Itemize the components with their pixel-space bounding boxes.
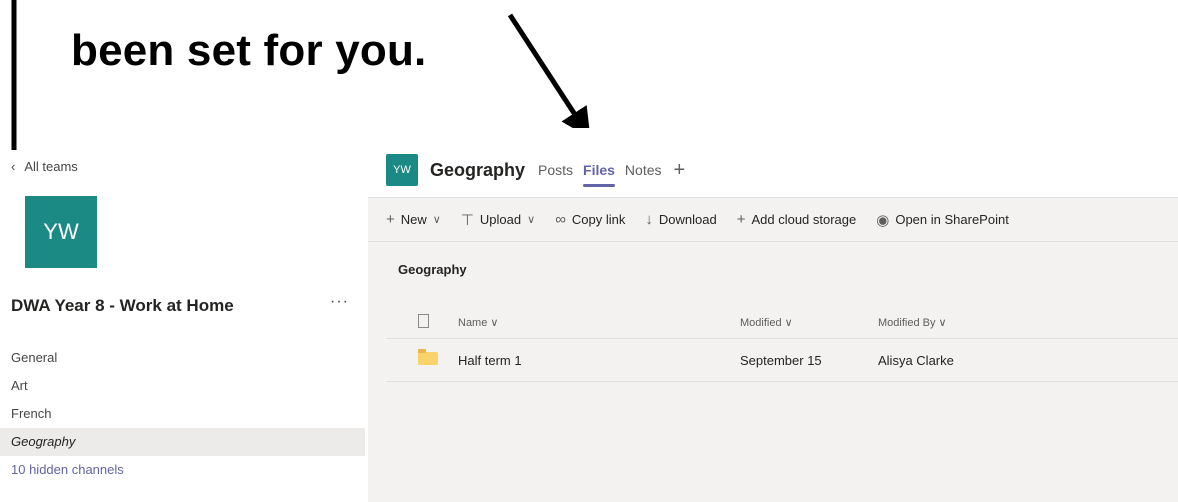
folder-icon <box>418 349 438 365</box>
channel-list: General Art French Geography 10 hidden c… <box>0 344 365 484</box>
file-type-column[interactable] <box>386 313 438 331</box>
tab-files[interactable]: Files <box>583 162 615 187</box>
column-name[interactable]: Name ∨ <box>438 316 740 329</box>
table-row[interactable]: Half term 1 September 15 Alisya Clarke <box>386 339 1178 382</box>
files-toolbar: + New ∨ ⊤ Upload ∨ ∞ Copy link ↓ Downloa… <box>368 198 1178 242</box>
chevron-down-icon: ∨ <box>784 316 793 329</box>
channel-french[interactable]: French <box>0 400 365 428</box>
column-modified[interactable]: Modified ∨ <box>740 316 878 329</box>
column-modified-by[interactable]: Modified By ∨ <box>878 316 1078 329</box>
new-label: New <box>400 212 427 227</box>
all-teams-label: All teams <box>24 159 78 174</box>
plus-icon: + <box>736 211 746 228</box>
team-more-options-icon[interactable]: ··· <box>330 293 349 311</box>
tab-notes[interactable]: Notes <box>625 162 662 187</box>
download-button[interactable]: ↓ Download <box>645 211 716 228</box>
file-list: Name ∨ Modified ∨ Modified By ∨ Half ter… <box>386 306 1178 382</box>
tab-posts[interactable]: Posts <box>538 162 573 187</box>
plus-icon: + <box>386 211 395 228</box>
add-cloud-storage-label: Add cloud storage <box>751 212 857 227</box>
column-modified-by-label: Modified By <box>878 316 936 329</box>
file-name[interactable]: Half term 1 <box>438 353 740 368</box>
channel-main-panel: YW Geography Posts Files Notes + + New ∨… <box>368 128 1178 502</box>
channel-header: YW Geography Posts Files Notes + <box>368 128 1178 198</box>
upload-icon: ⊤ <box>460 211 474 229</box>
chevron-down-icon: ∨ <box>527 214 536 226</box>
chevron-down-icon: ∨ <box>938 316 947 329</box>
link-icon: ∞ <box>555 211 566 228</box>
team-avatar: YW <box>25 196 97 268</box>
add-cloud-storage-button[interactable]: + Add cloud storage <box>737 211 857 228</box>
copy-link-button[interactable]: ∞ Copy link <box>555 211 625 228</box>
channel-avatar: YW <box>386 154 418 186</box>
channel-geography[interactable]: Geography <box>0 428 365 456</box>
column-name-label: Name <box>458 316 488 329</box>
channel-general[interactable]: General <box>0 344 365 372</box>
channel-tabs: Posts Files Notes + <box>538 160 686 187</box>
column-modified-label: Modified <box>740 316 782 329</box>
all-teams-link[interactable]: ‹ All teams <box>11 159 78 174</box>
channel-art[interactable]: Art <box>0 372 365 400</box>
upload-label: Upload <box>479 212 522 227</box>
breadcrumb[interactable]: Geography <box>398 262 467 277</box>
annotation-text: been set for you. <box>71 26 427 75</box>
channel-title: Geography <box>430 160 526 180</box>
download-icon: ↓ <box>645 211 653 228</box>
document-icon <box>418 313 429 328</box>
file-list-header: Name ∨ Modified ∨ Modified By ∨ <box>386 306 1178 339</box>
new-button[interactable]: + New ∨ <box>386 211 441 228</box>
download-label: Download <box>658 212 717 227</box>
arrow-to-files-tab <box>507 13 591 139</box>
open-in-sharepoint-button[interactable]: ◉ Open in SharePoint <box>876 211 1009 229</box>
teams-sidebar: ‹ All teams YW DWA Year 8 - Work at Home… <box>0 150 365 502</box>
file-modified-by: Alisya Clarke <box>878 352 954 368</box>
chevron-down-icon: ∨ <box>432 214 441 226</box>
team-name: DWA Year 8 - Work at Home <box>11 296 234 315</box>
upload-button[interactable]: ⊤ Upload ∨ <box>461 211 535 229</box>
chevron-down-icon: ∨ <box>490 316 499 329</box>
file-modified: September 15 <box>740 352 822 368</box>
open-in-sharepoint-label: Open in SharePoint <box>895 212 1009 227</box>
chevron-left-icon: ‹ <box>11 159 16 174</box>
add-tab-icon[interactable]: + <box>674 160 686 187</box>
hidden-channels-link[interactable]: 10 hidden channels <box>0 456 365 484</box>
copy-link-label: Copy link <box>571 212 626 227</box>
sharepoint-icon: ◉ <box>876 211 890 229</box>
